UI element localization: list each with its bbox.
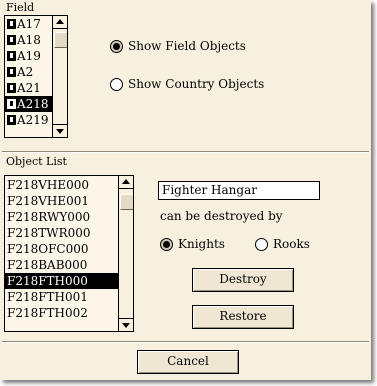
field-list-item-label: A19 bbox=[17, 49, 41, 63]
object-list-item[interactable]: F218FTH002 bbox=[5, 305, 118, 321]
show-country-objects-label: Show Country Objects bbox=[128, 77, 265, 91]
field-list-item[interactable]: A21 bbox=[5, 80, 52, 96]
object-list-item[interactable]: F218OFC000 bbox=[5, 241, 118, 257]
object-list-items: F218VHE000 F218VHE001 F218RWY000 F218TWR000… bbox=[5, 177, 118, 321]
show-country-objects-radio[interactable]: Show Country Objects bbox=[110, 77, 264, 91]
field-list-item-label: A219 bbox=[17, 113, 49, 127]
field-listbox[interactable]: A17 A18 A19 A2 A21 A218 A219 bbox=[4, 15, 68, 138]
object-list-item[interactable]: F218VHE001 bbox=[5, 193, 118, 209]
object-list-item[interactable]: F218BAB000 bbox=[5, 257, 118, 273]
radio-selected-icon bbox=[110, 39, 123, 53]
restore-button[interactable]: Restore bbox=[192, 305, 294, 329]
radio-unselected-icon bbox=[255, 237, 268, 251]
field-list-item-label: A2 bbox=[17, 65, 34, 79]
scroll-thumb[interactable] bbox=[54, 32, 67, 48]
object-list-item[interactable]: F218TWR000 bbox=[5, 225, 118, 241]
show-field-objects-radio[interactable]: Show Field Objects bbox=[110, 39, 246, 53]
rooks-label: Rooks bbox=[273, 237, 310, 251]
field-list-item[interactable]: A18 bbox=[5, 32, 52, 48]
radio-selected-icon bbox=[160, 237, 173, 251]
radio-unselected-icon bbox=[110, 77, 123, 91]
knights-radio[interactable]: Knights bbox=[160, 237, 225, 251]
object-list-item[interactable]: F218RWY000 bbox=[5, 209, 118, 225]
destroy-button[interactable]: Destroy bbox=[192, 268, 294, 292]
rooks-radio[interactable]: Rooks bbox=[255, 237, 310, 251]
destroyed-by-label: can be destroyed by bbox=[160, 209, 283, 223]
object-list-item[interactable]: F218FTH001 bbox=[5, 289, 118, 305]
field-list-items: A17 A18 A19 A2 A21 A218 A219 bbox=[5, 16, 52, 128]
field-list-item[interactable]: A17 bbox=[5, 16, 52, 32]
field-marker-icon bbox=[7, 83, 16, 93]
field-list-item-label: A18 bbox=[17, 33, 41, 47]
object-name-field[interactable]: Fighter Hangar bbox=[158, 181, 320, 200]
field-marker-icon bbox=[7, 35, 16, 45]
field-list-item-label: A17 bbox=[17, 17, 41, 31]
field-list-item[interactable]: A2 bbox=[5, 64, 52, 80]
object-scrollbar[interactable] bbox=[118, 176, 133, 331]
scroll-down-arrow-icon[interactable] bbox=[119, 318, 133, 331]
scroll-up-arrow-icon[interactable] bbox=[53, 16, 67, 29]
scroll-down-arrow-icon[interactable] bbox=[53, 124, 67, 137]
field-marker-icon bbox=[7, 51, 16, 61]
field-list-item[interactable]: A19 bbox=[5, 48, 52, 64]
field-marker-icon bbox=[7, 115, 16, 125]
knights-label: Knights bbox=[178, 237, 225, 251]
field-section-title: Field bbox=[6, 1, 35, 14]
field-marker-icon bbox=[7, 67, 16, 77]
field-list-item[interactable]: A219 bbox=[5, 112, 52, 128]
field-list-item-label: A218 bbox=[17, 97, 49, 111]
show-field-objects-label: Show Field Objects bbox=[128, 39, 246, 53]
field-list-item[interactable]: A218 bbox=[5, 96, 52, 112]
cancel-button[interactable]: Cancel bbox=[137, 350, 239, 374]
field-objects-dialog: Field A17 A18 A19 A2 A21 A218 A219 Show Field … bbox=[0, 0, 371, 380]
field-list-item-label: A21 bbox=[17, 81, 41, 95]
object-list-item[interactable]: F218FTH000 bbox=[5, 273, 118, 289]
field-marker-icon bbox=[7, 99, 16, 109]
scroll-thumb[interactable] bbox=[120, 194, 133, 210]
object-listbox[interactable]: F218VHE000 F218VHE001 F218RWY000 F218TWR000… bbox=[4, 175, 134, 332]
scroll-up-arrow-icon[interactable] bbox=[119, 176, 133, 189]
field-marker-icon bbox=[7, 19, 16, 29]
footer-divider bbox=[2, 341, 369, 343]
field-scrollbar[interactable] bbox=[52, 16, 67, 137]
object-list-item[interactable]: F218VHE000 bbox=[5, 177, 118, 193]
object-list-title: Object List bbox=[6, 155, 67, 168]
section-divider bbox=[2, 151, 369, 153]
